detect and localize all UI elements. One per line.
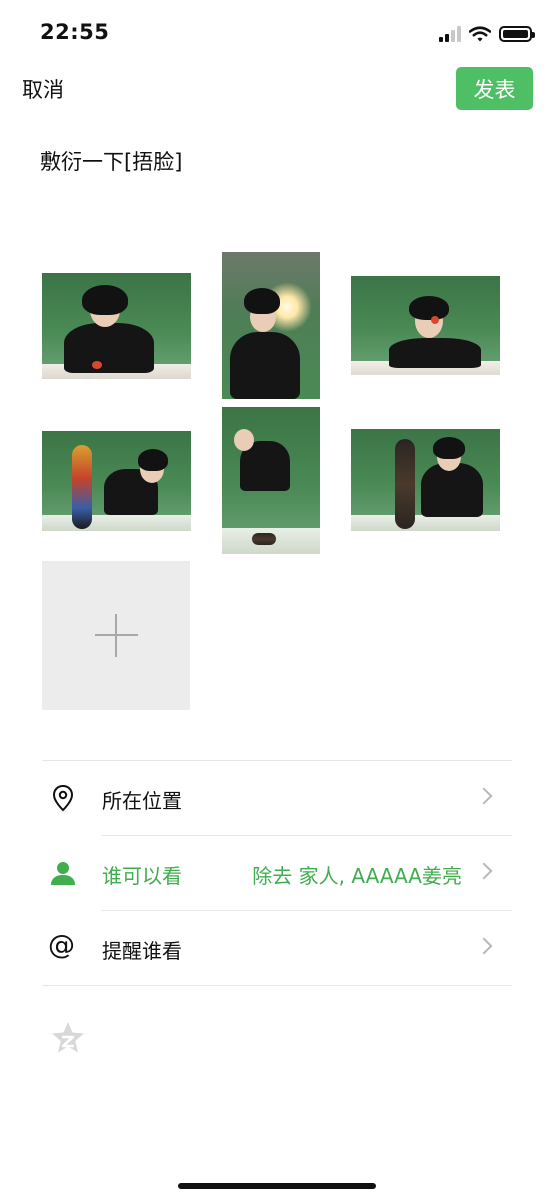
photo-thumbnail[interactable]: [42, 273, 191, 379]
photo-thumbnail[interactable]: [222, 252, 320, 399]
person-icon: [51, 862, 75, 885]
location-row[interactable]: 所在位置: [42, 761, 512, 835]
status-icons: [439, 24, 535, 44]
chevron-right-icon: [475, 787, 493, 805]
at-icon: @: [48, 930, 75, 961]
cancel-button[interactable]: 取消: [22, 74, 64, 104]
add-photo-button[interactable]: [42, 561, 190, 710]
location-pin-icon: [52, 784, 74, 812]
photo-thumbnail[interactable]: [351, 276, 500, 375]
mention-label: 提醒谁看: [102, 939, 182, 963]
status-time: 22:55: [40, 20, 110, 44]
mention-row[interactable]: @ 提醒谁看: [42, 911, 512, 985]
wifi-icon: [469, 26, 491, 42]
visibility-row[interactable]: 谁可以看 除去 家人, AAAAA姜亮: [42, 836, 512, 910]
qzone-star-icon[interactable]: [50, 1020, 86, 1056]
photo-thumbnail[interactable]: [222, 407, 320, 554]
visibility-label: 谁可以看: [102, 864, 182, 888]
visibility-value: 除去 家人, AAAAA姜亮: [252, 864, 462, 888]
home-indicator[interactable]: [178, 1183, 376, 1189]
publish-button[interactable]: 发表: [456, 67, 533, 110]
divider: [42, 985, 512, 986]
chevron-right-icon: [475, 937, 493, 955]
chevron-right-icon: [475, 862, 493, 880]
post-text[interactable]: 敷衍一下[捂脸]: [40, 146, 182, 176]
photo-thumbnail[interactable]: [351, 429, 500, 531]
photo-thumbnail[interactable]: [42, 431, 191, 531]
battery-icon: [499, 26, 535, 42]
location-label: 所在位置: [102, 789, 182, 813]
signal-icon: [439, 26, 461, 42]
